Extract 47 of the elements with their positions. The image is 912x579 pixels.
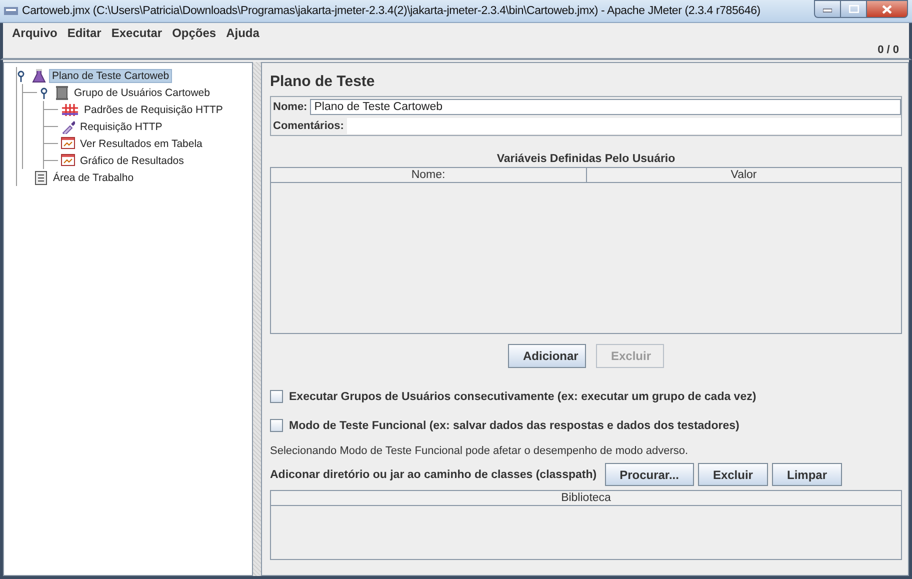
checkbox[interactable] [270, 390, 283, 403]
chart-icon [61, 154, 75, 168]
table-title: Variáveis Definidas Pelo Usuário [496, 153, 676, 165]
classpath-label: Adiconar diretório ou jar ao caminho de classes (classpath) [270, 468, 597, 480]
checkbox-label: Executar Grupos de Usuários consecutivamente (ex: executar um grupo de cada vez) [289, 390, 756, 402]
table-button[interactable]: Adicionar [508, 344, 586, 368]
tree-item[interactable]: Grupo de Usuários Cartoweb [72, 86, 212, 98]
column-header[interactable]: Biblioteca [271, 491, 901, 505]
close-icon [882, 4, 892, 14]
tree-item[interactable]: Gráfico de Resultados [78, 154, 186, 166]
menu-item[interactable]: Arquivo [7, 26, 62, 40]
maximize-button[interactable] [840, 0, 866, 18]
grid-icon [61, 102, 79, 116]
chart-icon [61, 136, 75, 150]
dropper-icon [61, 120, 75, 134]
classpath-button[interactable]: Limpar [772, 463, 842, 486]
tree-item[interactable]: Ver Resultados em Tabela [78, 138, 204, 150]
tree-item[interactable]: Requisição HTTP [78, 120, 164, 132]
menu-item[interactable]: Executar [106, 26, 168, 40]
tree-item[interactable]: Padrões de Requisição HTTP [82, 104, 225, 116]
checkbox-label: Modo de Teste Funcional (ex: salvar dados das respostas e dados dos testadores) [289, 420, 740, 432]
splitter-handle[interactable] [253, 62, 261, 576]
note-text: Selecionando Modo de Teste Funcional pode afetar o desempenho de modo adverso. [270, 445, 690, 457]
column-header[interactable]: Valor [586, 168, 901, 182]
column-header[interactable]: Nome: [271, 168, 586, 182]
name-field[interactable]: Plano de Teste Cartoweb [310, 98, 901, 114]
flask-icon [32, 68, 46, 82]
classpath-button[interactable]: Excluir [698, 463, 768, 486]
app-icon [4, 6, 18, 16]
checkbox[interactable] [270, 419, 283, 432]
tree-item[interactable]: Plano de Teste Cartoweb [49, 68, 172, 82]
spool-icon [55, 86, 69, 100]
field-label: Comentários: [273, 120, 344, 132]
close-button[interactable] [866, 0, 908, 18]
menu-item[interactable]: Editar [62, 26, 106, 40]
minimize-button[interactable] [814, 0, 840, 18]
maximize-icon [848, 5, 858, 13]
window-title: Cartoweb.jmx (C:\Users\Patricia\Downloads\Programas\jakarta-jmeter-2.3.4(2)\jakarta-jmeter-2.3.4\bin\Cartoweb.jmx) - Apache JMeter (2.3.4 r785646) [22, 5, 762, 17]
tree-item[interactable]: Área de Trabalho [51, 172, 136, 184]
counter: 0 / 0 [878, 44, 899, 56]
panel-title: Plano de Teste [270, 73, 376, 90]
menu-item[interactable]: Ajuda [221, 26, 264, 40]
clipboard-icon [34, 170, 48, 184]
classpath-button[interactable]: Procurar... [604, 463, 694, 486]
comments-field[interactable] [346, 118, 901, 134]
menu-item[interactable]: Opções [167, 26, 222, 40]
field-label: Nome: [273, 100, 308, 112]
